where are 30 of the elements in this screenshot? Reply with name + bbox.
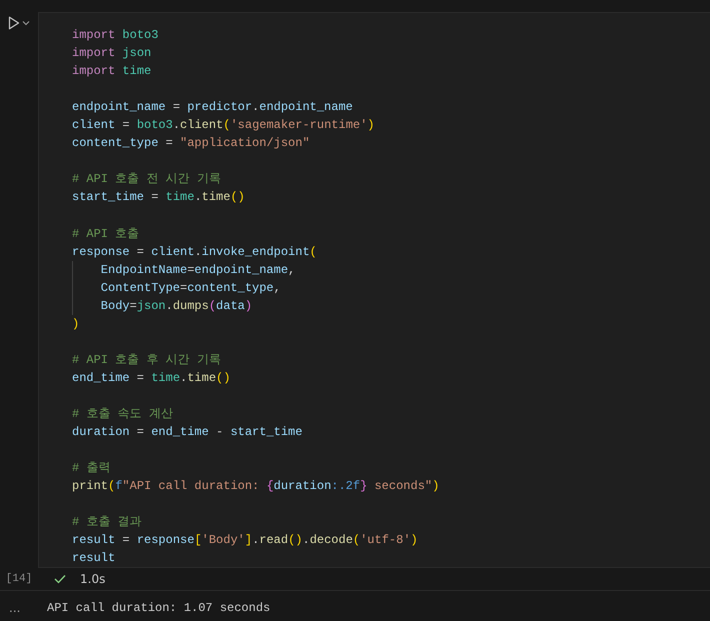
run-icon[interactable] bbox=[8, 16, 20, 30]
code-comment: # 호출 결과 bbox=[72, 514, 142, 532]
code-line: Body=json.dumps(data) bbox=[72, 296, 252, 315]
chevron-down-icon[interactable] bbox=[22, 20, 30, 26]
code-comment: # 호출 속도 계산 bbox=[72, 406, 173, 423]
output-text: API call duration: 1.07 seconds bbox=[47, 601, 270, 615]
execution-count: [14] bbox=[4, 573, 34, 585]
code-line: import boto3 bbox=[72, 27, 158, 44]
code-line: result bbox=[72, 550, 116, 568]
code-line: print(f"API call duration: {duration:.2f} seconds") bbox=[72, 478, 440, 496]
code-line: end_time = time.time() bbox=[72, 370, 230, 387]
code-comment: # API 호출 bbox=[72, 226, 140, 243]
code-comment: # API 호출 후 시간 기록 bbox=[72, 352, 221, 369]
code-line: client = boto3.client('sagemaker-runtime') bbox=[72, 117, 374, 134]
code-line: import time bbox=[72, 63, 152, 80]
more-actions-button[interactable]: ... bbox=[0, 601, 47, 615]
code-comment: # API 호출 전 시간 기록 bbox=[72, 171, 221, 188]
code-line: result = response['Body'].read().decode('utf-8') bbox=[72, 532, 418, 550]
code-line: endpoint_name = predictor.endpoint_name bbox=[72, 99, 353, 116]
execution-time: 1.0s bbox=[80, 572, 106, 586]
code-line: content_type = "application/json" bbox=[72, 135, 310, 152]
code-line: import json bbox=[72, 45, 152, 62]
code-comment: # 출력 bbox=[72, 460, 110, 478]
code-line: ) bbox=[72, 316, 80, 333]
code-line: start_time = time.time() bbox=[72, 189, 245, 206]
code-line: EndpointName=endpoint_name, bbox=[72, 260, 296, 279]
code-cell[interactable] bbox=[38, 12, 710, 568]
code-line: response = client.invoke_endpoint( bbox=[72, 244, 317, 261]
code-line: duration = end_time - start_time bbox=[72, 424, 302, 442]
code-line: ContentType=content_type, bbox=[72, 278, 281, 297]
